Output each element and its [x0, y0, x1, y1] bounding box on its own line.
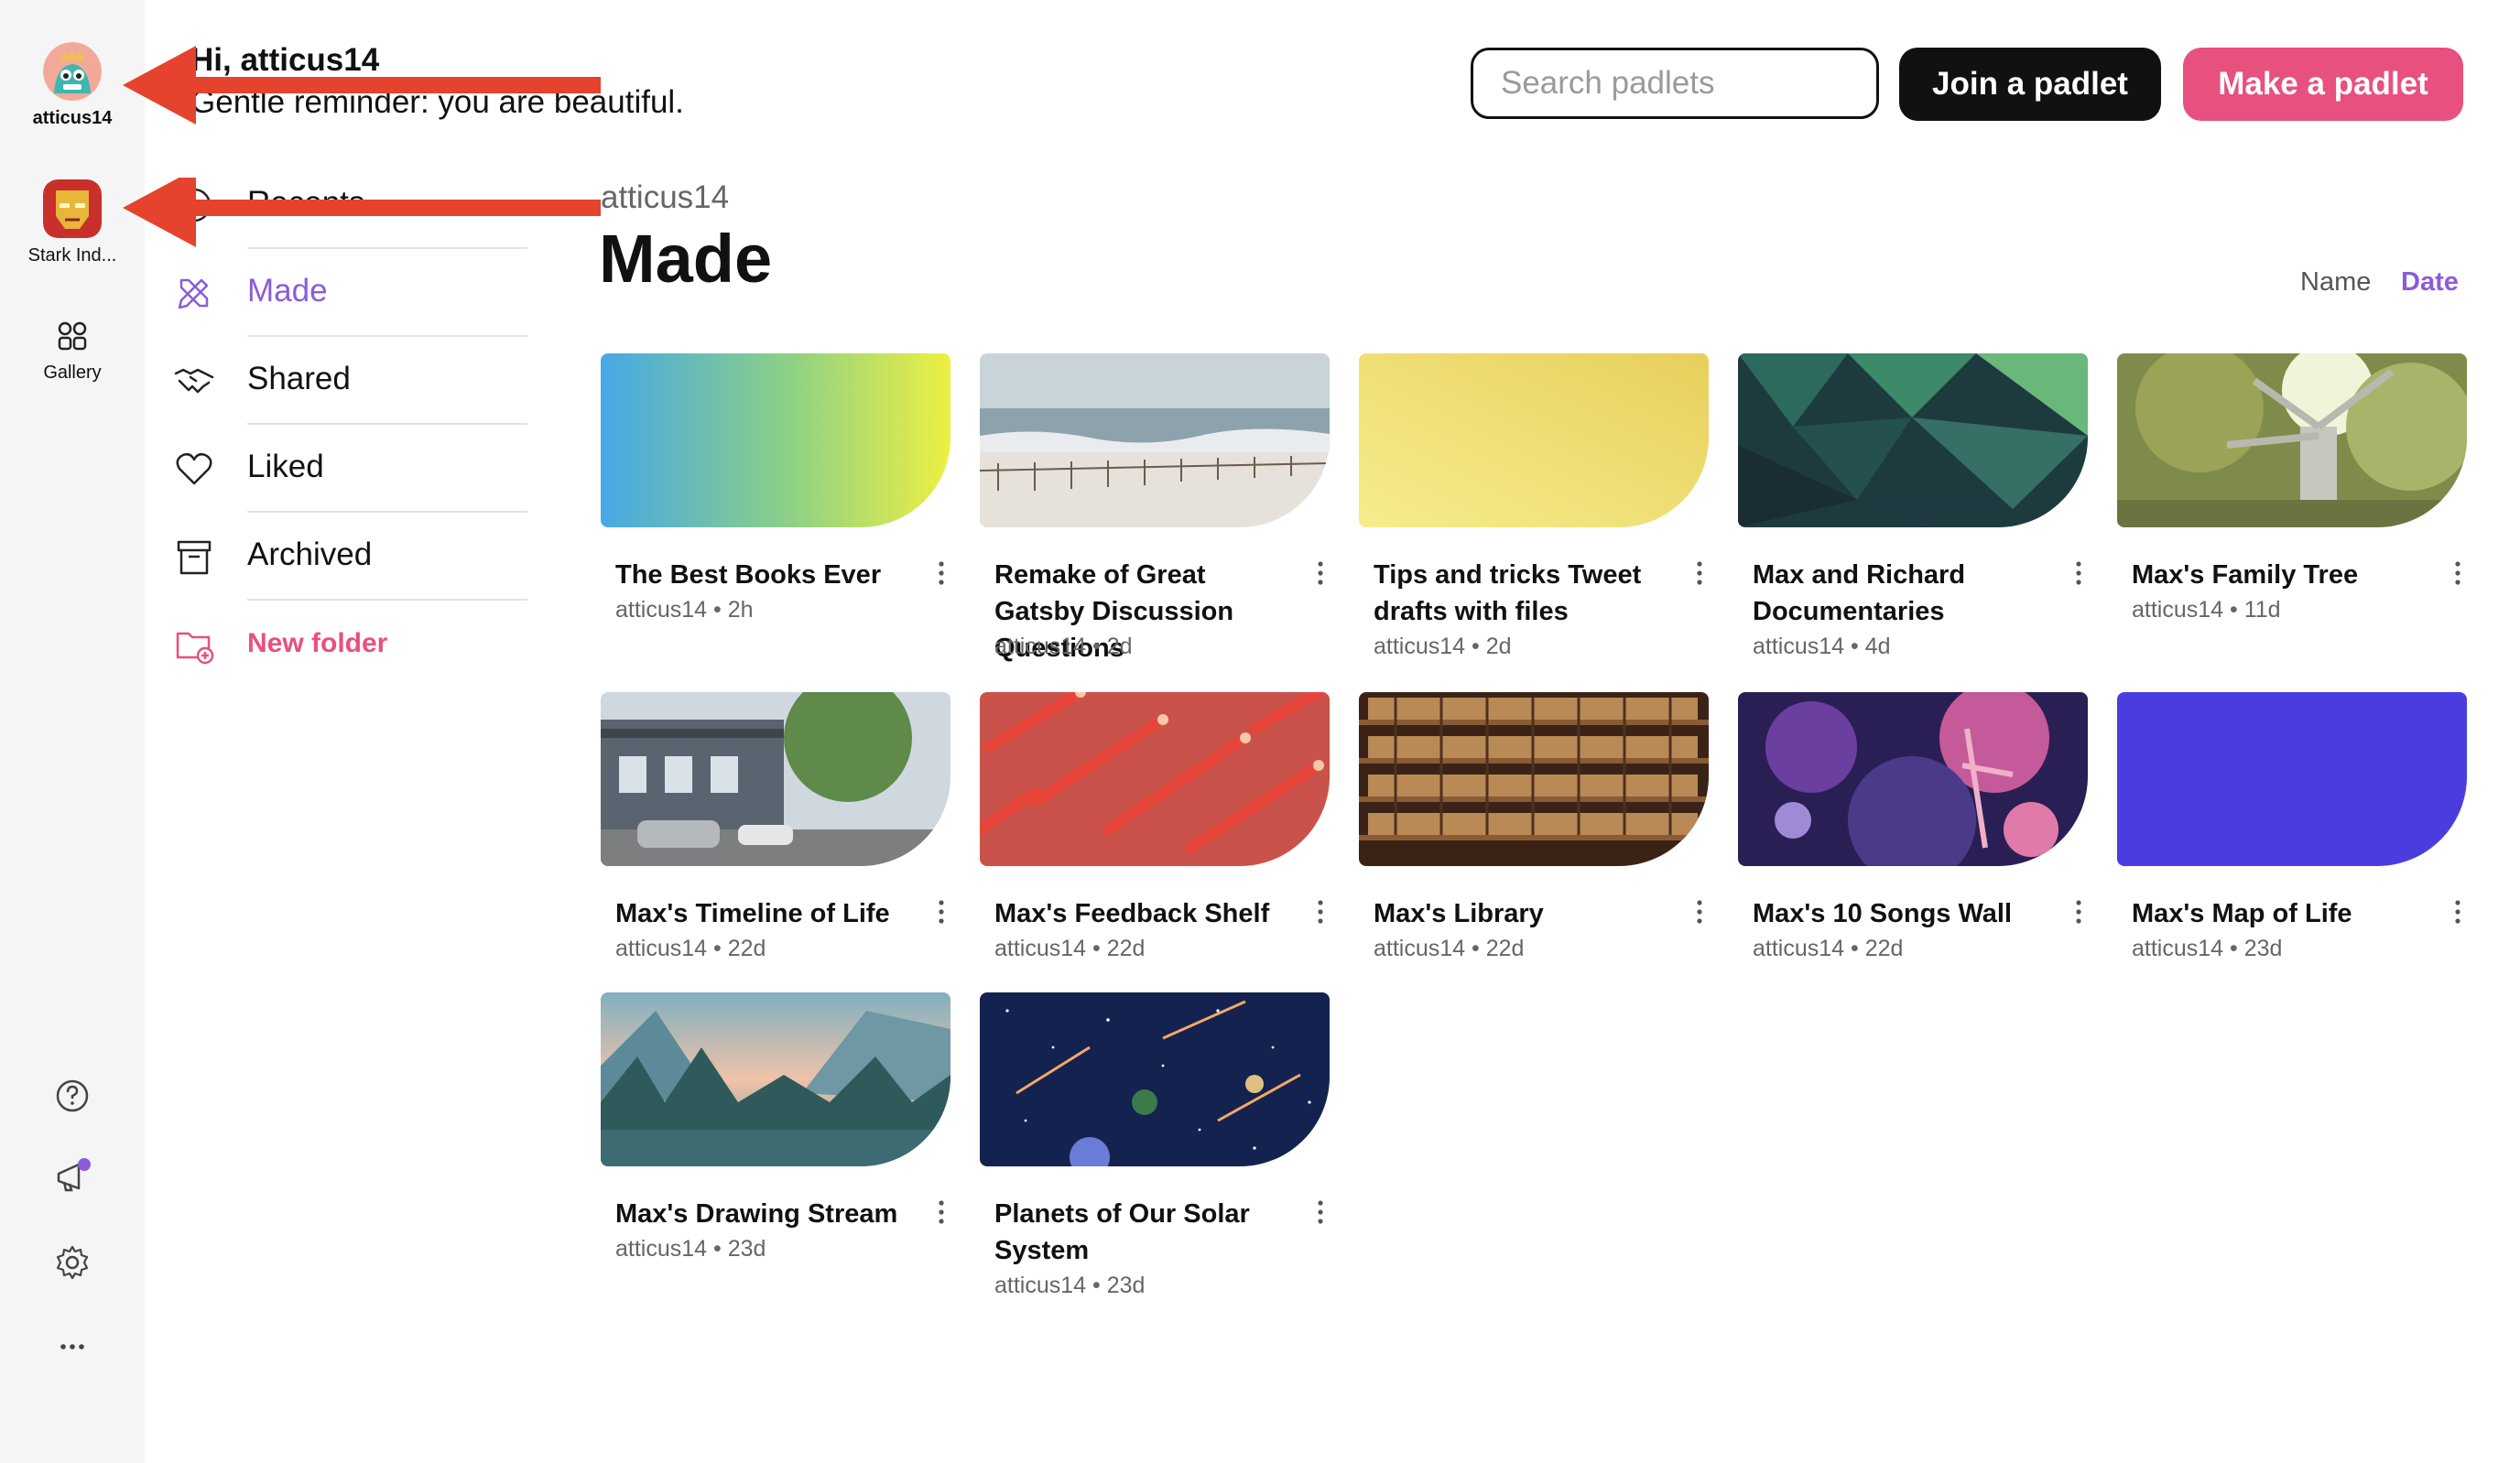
more-options-icon[interactable] — [2073, 895, 2084, 928]
nav-item-label: Archived — [247, 536, 373, 572]
announcement-icon[interactable] — [53, 1157, 92, 1196]
archive-box-icon — [177, 540, 212, 575]
more-dots-icon[interactable] — [53, 1328, 92, 1366]
more-options-icon[interactable] — [936, 557, 947, 590]
card-meta: atticus14 • 4d — [1753, 634, 1891, 659]
pencil-ruler-icon — [178, 278, 209, 309]
more-options-icon[interactable] — [936, 895, 947, 928]
iron-helmet-icon — [43, 179, 102, 238]
padlet-card[interactable]: Remake of Great Gatsby Discussion Questi… — [980, 353, 1330, 663]
breadcrumb[interactable]: atticus14 — [601, 179, 729, 216]
new-folder-button[interactable]: New folder — [174, 601, 527, 688]
card-title: Max's Feedback Shelf — [994, 899, 1270, 928]
card-title: Max's Timeline of Life — [615, 899, 890, 928]
more-options-icon[interactable] — [2452, 557, 2463, 590]
card-title: Planets of Our Solar System — [994, 1199, 1250, 1265]
gallery-grid-icon — [58, 321, 87, 351]
card-thumbnail — [980, 692, 1330, 866]
more-options-icon[interactable] — [1315, 557, 1326, 590]
padlet-card[interactable]: Max's Feedback Shelf atticus14 • 22d — [980, 692, 1330, 961]
sort-by-name-button[interactable]: Name — [2300, 267, 2371, 298]
help-icon[interactable] — [53, 1077, 92, 1115]
card-meta: atticus14 • 2h — [615, 597, 754, 623]
card-meta: atticus14 • 22d — [615, 936, 766, 961]
search-input[interactable] — [1471, 48, 1879, 119]
more-options-icon[interactable] — [2452, 895, 2463, 928]
padlet-card[interactable]: Max's Drawing Stream atticus14 • 23d — [601, 992, 950, 1262]
gallery-link[interactable]: Gallery — [0, 317, 145, 384]
nav-item-label: Made — [247, 273, 328, 309]
join-padlet-button[interactable]: Join a padlet — [1899, 48, 2161, 121]
card-meta: atticus14 • 11d — [2132, 597, 2281, 623]
card-thumbnail — [2117, 692, 2467, 866]
card-meta: atticus14 • 22d — [994, 936, 1146, 961]
card-thumbnail — [980, 992, 1330, 1166]
new-folder-label: New folder — [247, 628, 388, 658]
padlet-card[interactable]: Max's Timeline of Life atticus14 • 22d — [601, 692, 950, 961]
nav-item-archived[interactable]: Archived — [174, 513, 527, 601]
card-meta: atticus14 • 22d — [1753, 936, 1904, 961]
padlet-card[interactable]: Max's Map of Life atticus14 • 23d — [2117, 692, 2467, 961]
card-thumbnail — [1359, 692, 1709, 866]
card-title: Max's 10 Songs Wall — [1753, 899, 2013, 928]
nav-item-shared[interactable]: Shared — [174, 337, 527, 425]
card-thumbnail — [601, 992, 950, 1166]
card-thumbnail — [1738, 353, 2088, 527]
card-title: Max and Richard Documentaries — [1753, 560, 1966, 626]
nav-item-label: Shared — [247, 361, 351, 396]
more-options-icon[interactable] — [1315, 1196, 1326, 1229]
card-thumbnail — [1738, 692, 2088, 866]
monster-avatar-icon — [43, 42, 102, 101]
more-options-icon[interactable] — [1315, 895, 1326, 928]
card-title: Max's Map of Life — [2132, 899, 2352, 928]
annotation-arrow — [123, 46, 601, 125]
padlet-card[interactable]: The Best Books Ever atticus14 • 2h — [601, 353, 950, 623]
more-options-icon[interactable] — [1694, 895, 1705, 928]
card-title: Max's Family Tree — [2132, 560, 2359, 590]
more-options-icon[interactable] — [936, 1196, 947, 1229]
settings-gear-icon[interactable] — [53, 1243, 92, 1282]
nav-item-liked[interactable]: Liked — [174, 425, 527, 513]
padlet-card[interactable]: Max's Family Tree atticus14 • 11d — [2117, 353, 2467, 623]
card-meta: atticus14 • 2d — [1374, 634, 1512, 659]
card-meta: atticus14 • 23d — [615, 1236, 766, 1262]
padlet-card[interactable]: Max's Library atticus14 • 22d — [1359, 692, 1709, 961]
card-title: Tips and tricks Tweet drafts with files — [1374, 560, 1642, 626]
card-meta: atticus14 • 23d — [2132, 936, 2283, 961]
padlet-card[interactable]: Max and Richard Documentaries atticus14 … — [1738, 353, 2088, 659]
folder-plus-icon — [176, 632, 214, 665]
make-padlet-button[interactable]: Make a padlet — [2183, 48, 2463, 121]
card-title: Max's Library — [1374, 899, 1544, 928]
card-meta: atticus14 • 2d — [994, 634, 1133, 659]
card-thumbnail — [2117, 353, 2467, 527]
card-title: Max's Drawing Stream — [615, 1199, 898, 1229]
annotation-arrow — [123, 178, 601, 247]
more-options-icon[interactable] — [2073, 557, 2084, 590]
padlet-card[interactable]: Tips and tricks Tweet drafts with files … — [1359, 353, 1709, 659]
handshake-icon — [174, 368, 214, 394]
padlet-card[interactable]: Max's 10 Songs Wall atticus14 • 22d — [1738, 692, 2088, 961]
more-options-icon[interactable] — [1694, 557, 1705, 590]
card-thumbnail — [980, 353, 1330, 527]
card-meta: atticus14 • 22d — [1374, 936, 1525, 961]
gallery-label: Gallery — [43, 363, 102, 383]
heart-icon — [176, 452, 212, 485]
card-thumbnail — [601, 692, 950, 866]
sort-by-date-button[interactable]: Date — [2401, 267, 2459, 298]
nav-item-label: Liked — [247, 449, 324, 484]
page-title: Made — [599, 221, 773, 297]
card-thumbnail — [601, 353, 950, 527]
card-meta: atticus14 • 23d — [994, 1273, 1146, 1298]
card-title: The Best Books Ever — [615, 560, 882, 590]
card-thumbnail — [1359, 353, 1709, 527]
padlet-card[interactable]: Planets of Our Solar System atticus14 • … — [980, 992, 1330, 1298]
